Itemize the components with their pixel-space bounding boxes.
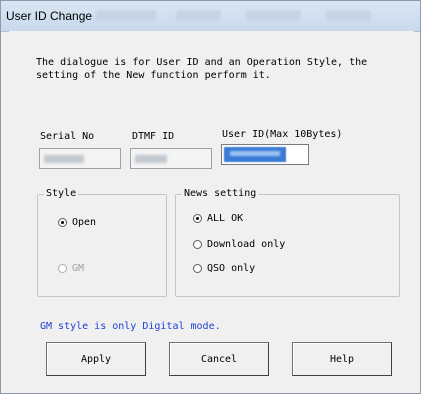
blurred-background-tab — [96, 10, 156, 21]
news-download-only-label: Download only — [207, 239, 286, 250]
style-gm-radio[interactable]: GM — [58, 263, 84, 274]
dtmf-id-label: DTMF ID — [132, 131, 175, 142]
radio-checked-icon — [193, 214, 202, 223]
user-id-label: User ID(Max 10Bytes) — [222, 129, 343, 140]
cancel-button[interactable]: Cancel — [169, 342, 269, 376]
serial-no-field — [39, 148, 121, 169]
dtmf-id-value-redacted — [135, 155, 167, 163]
serial-no-value-redacted — [44, 155, 84, 163]
news-qso-only-radio[interactable]: QSO only — [193, 263, 255, 274]
title-bar[interactable]: User ID Change — [1, 1, 420, 32]
news-setting-group: News setting ALL OK Download only QSO on… — [175, 188, 400, 297]
style-gm-label: GM — [72, 263, 85, 274]
news-qso-only-label: QSO only — [207, 263, 256, 274]
radio-checked-icon — [58, 218, 67, 227]
blurred-background-tab — [176, 10, 221, 21]
style-group-legend: Style — [44, 188, 79, 199]
radio-unchecked-icon — [58, 264, 67, 273]
news-setting-legend: News setting — [182, 188, 259, 199]
style-group: Style Open GM — [37, 188, 167, 297]
news-download-only-radio[interactable]: Download only — [193, 239, 285, 250]
user-id-value-redacted — [230, 151, 280, 156]
radio-unchecked-icon — [193, 264, 202, 273]
serial-no-label: Serial No — [40, 131, 95, 142]
user-id-input[interactable] — [221, 144, 309, 165]
help-button[interactable]: Help — [292, 342, 392, 376]
dtmf-id-field — [130, 148, 212, 169]
apply-button[interactable]: Apply — [46, 342, 146, 376]
gm-style-note: GM style is only Digital mode. — [40, 321, 221, 332]
blurred-background-tab — [326, 10, 371, 21]
style-open-radio[interactable]: Open — [58, 217, 96, 228]
radio-unchecked-icon — [193, 240, 202, 249]
news-all-ok-label: ALL OK — [207, 213, 244, 224]
blurred-background-tab — [246, 10, 301, 21]
dialog-body: The dialogue is for User ID and an Opera… — [9, 31, 414, 387]
window-title: User ID Change — [6, 9, 93, 23]
news-all-ok-radio[interactable]: ALL OK — [193, 213, 243, 224]
dialog-description: The dialogue is for User ID and an Opera… — [36, 57, 368, 81]
style-open-label: Open — [72, 217, 97, 228]
user-id-change-dialog: User ID Change The dialogue is for User … — [0, 0, 421, 394]
